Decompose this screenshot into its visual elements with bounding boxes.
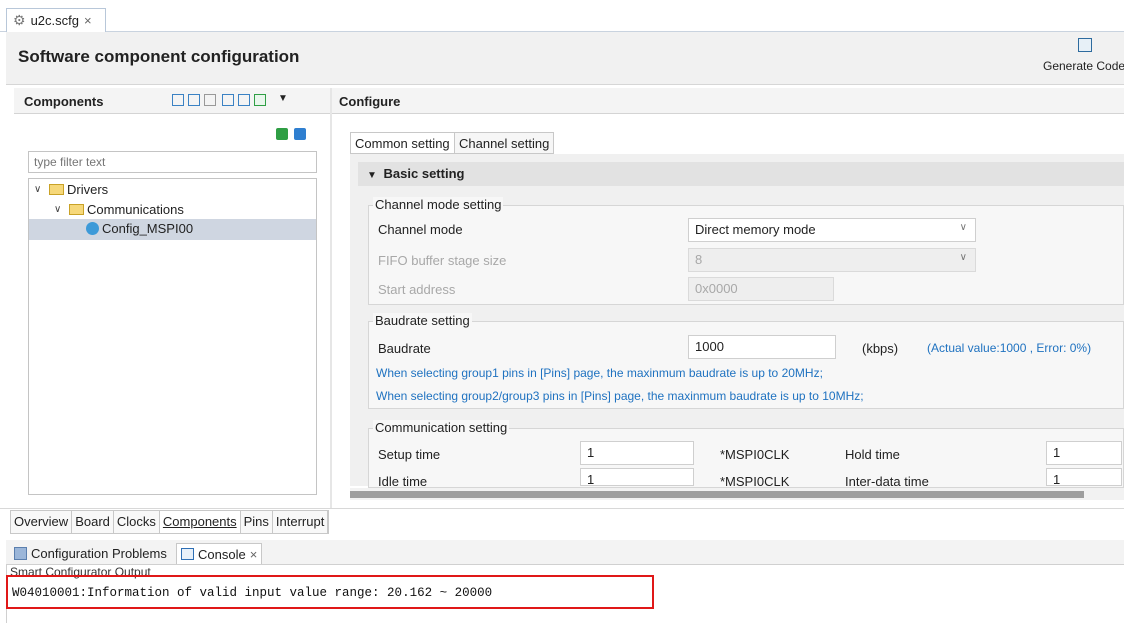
- baudrate-label: Baudrate: [378, 341, 431, 356]
- remove-component-icon[interactable]: [294, 128, 306, 140]
- tree-item-communications[interactable]: ∨ Communications: [54, 202, 184, 217]
- chevron-down-icon: ▼: [367, 170, 377, 181]
- problems-icon: [14, 547, 27, 560]
- baudrate-note-group1: When selecting group1 pins in [Pins] pag…: [376, 366, 823, 380]
- idle-time-label: Idle time: [378, 474, 428, 489]
- tab-common-setting[interactable]: Common setting: [350, 132, 454, 154]
- inter-data-time-input[interactable]: 1: [1046, 468, 1122, 487]
- expand-all-icon[interactable]: [238, 94, 250, 106]
- hold-time-input[interactable]: 1: [1046, 441, 1122, 465]
- baudrate-note-group2-3: When selecting group2/group3 pins in [Pi…: [376, 389, 864, 403]
- editor-tab-label: u2c.scfg: [30, 13, 79, 28]
- page-title: Software component configuration: [18, 47, 300, 66]
- tab-console[interactable]: Console ×: [176, 543, 263, 564]
- fifo-value: 8: [695, 252, 703, 267]
- generate-code-icon[interactable]: [1078, 38, 1092, 52]
- collapse-all-icon[interactable]: [222, 94, 234, 106]
- tab-label: Console: [198, 546, 246, 562]
- tree-item-label: Communications: [87, 202, 184, 217]
- tab-configuration-problems[interactable]: Configuration Problems: [10, 543, 171, 564]
- channel-mode-label: Channel mode: [378, 222, 463, 237]
- highlight-box: [6, 575, 654, 609]
- tab-board[interactable]: Board: [72, 511, 114, 533]
- component-icon: [86, 222, 99, 235]
- tree-item-config-mspi00[interactable]: Config_MSPI00: [86, 221, 193, 236]
- baudrate-unit: (kbps): [862, 341, 899, 356]
- basic-setting-title[interactable]: ▼ Basic setting: [367, 166, 464, 181]
- configure-panel-header: [332, 88, 1124, 114]
- actual-baudrate-value: (Actual value:1000 , Error: 0%): [927, 341, 1092, 355]
- tab-components[interactable]: Components: [159, 511, 241, 533]
- start-address-label: Start address: [378, 282, 456, 297]
- chevron-down-icon[interactable]: ∨: [54, 204, 66, 215]
- editor-tab[interactable]: ⚙ u2c.scfg ×: [6, 8, 106, 32]
- fifo-label: FIFO buffer stage size: [378, 253, 507, 268]
- channel-mode-value: Direct memory mode: [695, 222, 816, 237]
- view-menu-icon[interactable]: ▼: [278, 93, 288, 104]
- import-icon[interactable]: [172, 94, 184, 106]
- fifo-select[interactable]: 8 ∨: [688, 248, 976, 272]
- bottom-tab-bar: Overview Board Clocks Components Pins In…: [10, 510, 330, 534]
- horizontal-scrollbar-thumb[interactable]: [350, 491, 1084, 498]
- baudrate-input[interactable]: 1000: [688, 335, 836, 359]
- tab-clocks[interactable]: Clocks: [114, 511, 160, 533]
- tab-channel-setting[interactable]: Channel setting: [454, 132, 555, 154]
- generate-code-button[interactable]: Generate Code: [1043, 59, 1124, 73]
- setup-time-input[interactable]: 1: [580, 441, 694, 465]
- gear-icon: ⚙: [13, 12, 26, 28]
- setup-time-label: Setup time: [378, 447, 441, 462]
- close-icon[interactable]: ×: [84, 13, 92, 28]
- tab-pins[interactable]: Pins: [241, 511, 273, 533]
- link-editor-icon[interactable]: [254, 94, 266, 106]
- start-address-input[interactable]: 0x0000: [688, 277, 834, 301]
- inter-data-time-label: Inter-data time: [845, 474, 929, 489]
- channel-mode-select[interactable]: Direct memory mode ∨: [688, 218, 976, 242]
- configure-panel-title: Configure: [339, 94, 401, 109]
- chevron-down-icon: ∨: [959, 222, 967, 233]
- tab-interrupt[interactable]: Interrupt: [273, 511, 329, 533]
- tree-item-label: Config_MSPI00: [102, 221, 194, 236]
- export-icon[interactable]: [188, 94, 200, 106]
- console-icon: [181, 548, 194, 560]
- folder-open-icon: [49, 184, 64, 195]
- chevron-down-icon: ∨: [959, 252, 967, 263]
- sort-icon[interactable]: [204, 94, 216, 106]
- bottom-divider: [0, 508, 1124, 509]
- tab-overview[interactable]: Overview: [11, 511, 73, 533]
- basic-setting-header[interactable]: [358, 162, 1124, 186]
- group-label: Channel mode setting: [373, 197, 504, 212]
- hold-time-label: Hold time: [845, 447, 900, 462]
- tree-item-drivers[interactable]: ∨ Drivers: [34, 182, 108, 197]
- folder-open-icon: [69, 204, 84, 215]
- tree-item-label: Drivers: [67, 182, 109, 197]
- group-label: Communication setting: [373, 420, 510, 435]
- panel-divider[interactable]: [330, 88, 332, 508]
- group-label: Baudrate setting: [373, 313, 472, 328]
- idle-time-unit: *MSPI0CLK: [720, 474, 790, 489]
- tab-label: Configuration Problems: [31, 546, 167, 561]
- chevron-down-icon[interactable]: ∨: [34, 184, 46, 195]
- add-component-icon[interactable]: [276, 128, 288, 140]
- section-title-label: Basic setting: [383, 166, 465, 181]
- close-icon[interactable]: ×: [250, 547, 258, 562]
- console-tab-bar: [6, 540, 1124, 565]
- idle-time-input[interactable]: 1: [580, 468, 694, 487]
- filter-input[interactable]: [28, 151, 317, 173]
- setup-time-unit: *MSPI0CLK: [720, 447, 790, 462]
- components-panel-title: Components: [24, 94, 104, 109]
